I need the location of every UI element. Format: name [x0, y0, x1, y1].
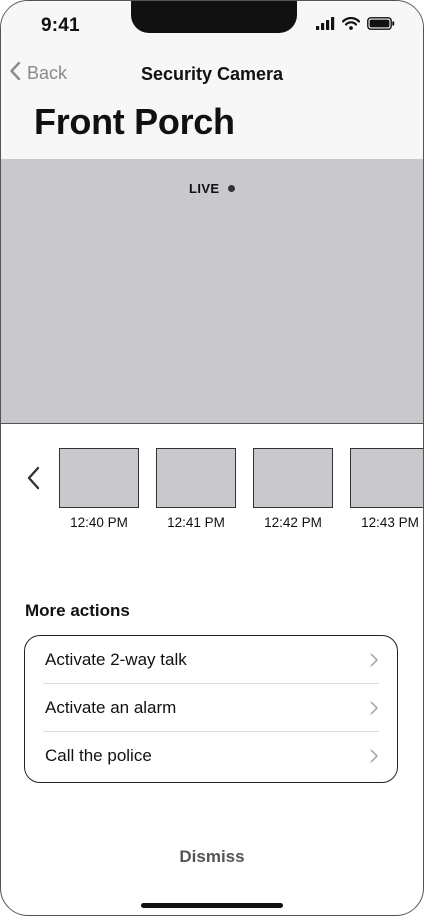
thumbnail-image — [350, 448, 423, 508]
phone-frame: 9:41 Back Security Camera Front Porch LI… — [0, 0, 424, 916]
thumbnail-image — [59, 448, 139, 508]
device-notch — [131, 1, 297, 33]
live-indicator: LIVE — [189, 181, 235, 196]
action-two-way-talk[interactable]: Activate 2-way talk — [43, 636, 379, 683]
action-alarm[interactable]: Activate an alarm — [43, 683, 379, 731]
chevron-right-icon — [370, 701, 379, 720]
thumbnail-item[interactable]: 12:40 PM — [59, 448, 139, 530]
chevron-left-icon — [23, 466, 45, 497]
header: 9:41 Back Security Camera Front Porch — [1, 1, 423, 159]
dismiss-button[interactable]: Dismiss — [1, 847, 423, 867]
thumbnail-image — [156, 448, 236, 508]
live-dot-icon — [227, 185, 235, 192]
live-label: LIVE — [189, 181, 220, 196]
thumbnail-item[interactable]: 12:43 PM — [350, 448, 423, 530]
status-icons — [316, 17, 395, 35]
action-label: Activate an alarm — [45, 697, 177, 717]
thumbnail-item[interactable]: 12:42 PM — [253, 448, 333, 530]
thumbnail-time: 12:43 PM — [361, 515, 419, 530]
chevron-right-icon — [370, 749, 379, 768]
chevron-right-icon — [370, 653, 379, 672]
battery-icon — [367, 17, 395, 35]
thumbnail-time: 12:42 PM — [264, 515, 322, 530]
status-time: 9:41 — [41, 15, 80, 36]
cellular-signal-icon — [316, 17, 335, 35]
thumbnail-time: 12:41 PM — [167, 515, 225, 530]
thumbnail-item[interactable]: 12:41 PM — [156, 448, 236, 530]
action-label: Call the police — [45, 745, 152, 765]
live-camera-feed[interactable]: LIVE — [1, 159, 423, 424]
nav-title: Security Camera — [140, 64, 284, 84]
wifi-icon — [341, 17, 361, 35]
more-actions-list: Activate 2-way talk Activate an alarm Ca… — [24, 635, 398, 783]
thumbnail-image — [253, 448, 333, 508]
action-call-police[interactable]: Call the police — [43, 731, 379, 779]
more-actions-heading: More actions — [25, 601, 130, 620]
home-indicator[interactable] — [141, 903, 283, 908]
thumbnail-time: 12:40 PM — [70, 515, 128, 530]
action-label: Activate 2-way talk — [45, 649, 187, 669]
previous-thumbnails-button[interactable] — [23, 463, 45, 493]
page-title: Front Porch — [34, 101, 235, 142]
